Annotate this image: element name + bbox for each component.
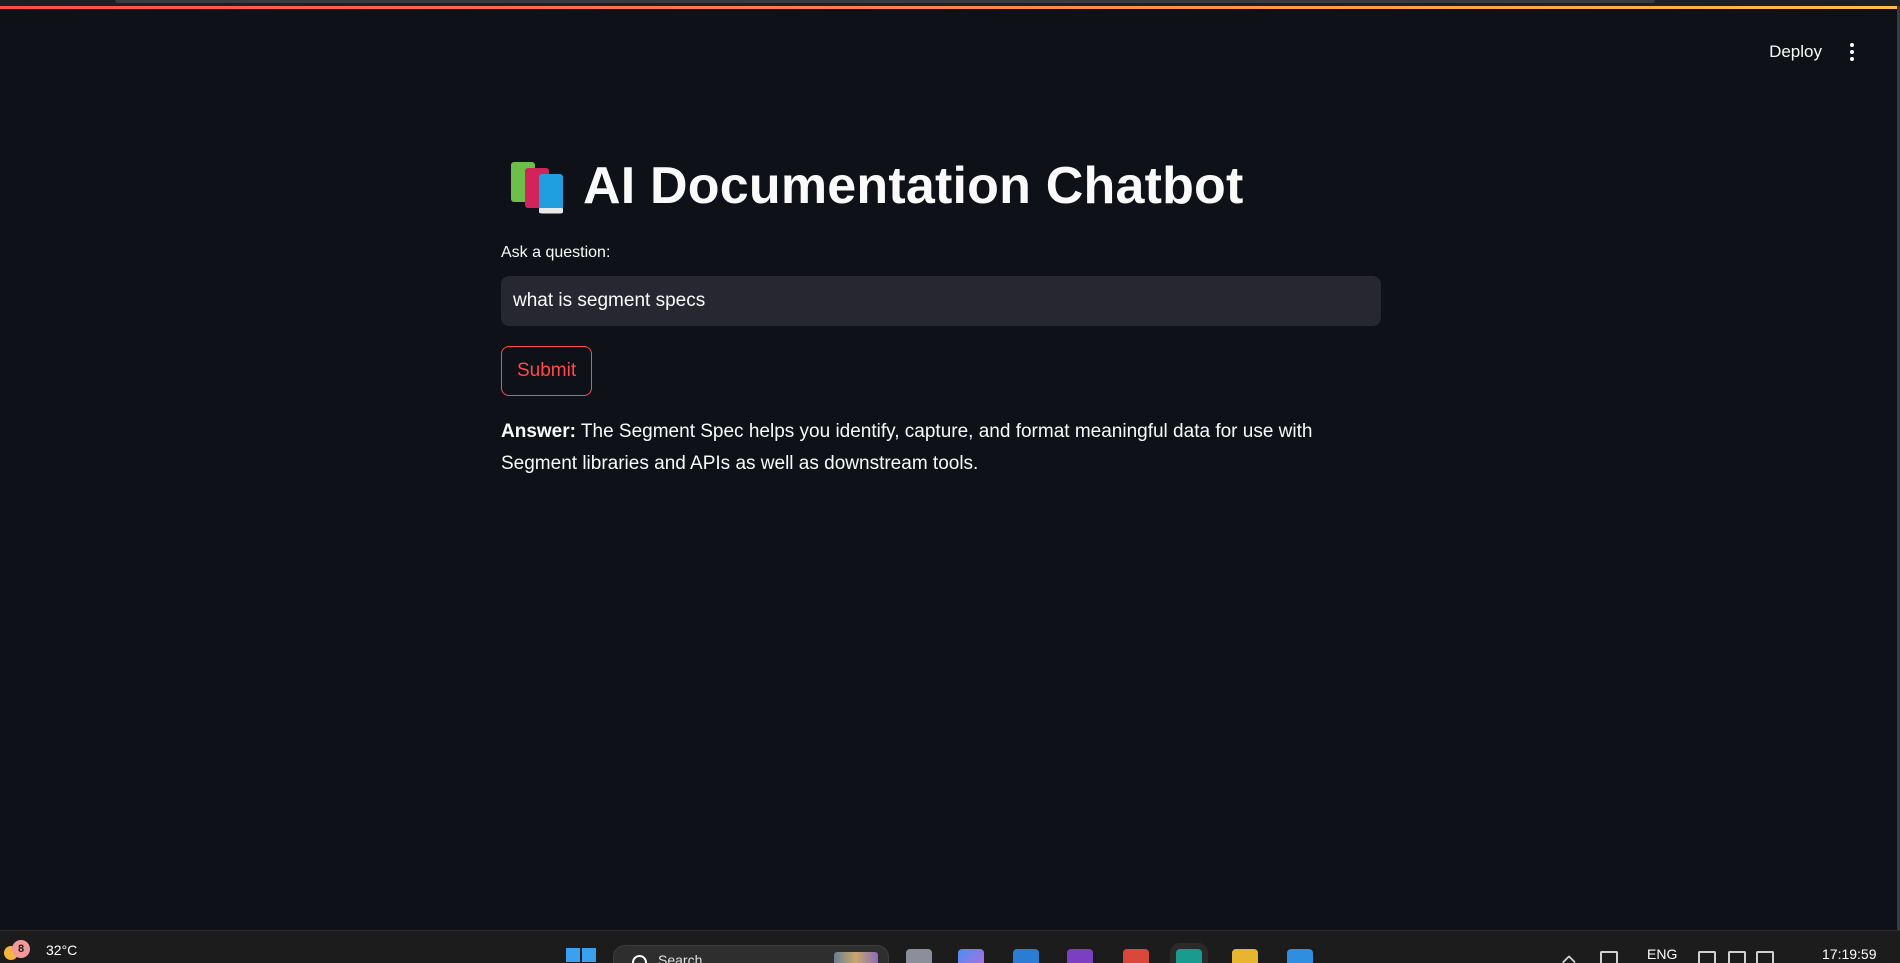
page-title-row: AI Documentation Chatbot (501, 150, 1381, 222)
store-icon[interactable] (1013, 949, 1039, 963)
edge-icon[interactable] (1176, 949, 1202, 963)
answer-body: The Segment Spec helps you identify, cap… (501, 421, 1313, 474)
kebab-menu-icon-dot (1850, 57, 1854, 61)
taskbar-search-placeholder: Search (658, 952, 703, 963)
onenote-icon[interactable] (1067, 949, 1093, 963)
chevron-up-icon[interactable] (1561, 954, 1577, 963)
horizontal-scrollbar[interactable] (115, 0, 1655, 3)
cloud-icon[interactable] (1600, 951, 1618, 963)
vscode-icon[interactable] (1287, 949, 1313, 963)
kebab-menu-icon-dot (1850, 50, 1854, 54)
main-menu-button[interactable] (1840, 39, 1864, 65)
weather-widget[interactable]: 8 32°C (4, 940, 77, 960)
weather-badge: 8 (12, 940, 30, 958)
question-label: Ask a question: (501, 244, 611, 261)
network-icon[interactable] (1698, 951, 1716, 963)
copilot-icon[interactable] (958, 949, 984, 963)
app-window: Deploy AI Documentation Chatbot Ask a qu… (0, 0, 1900, 963)
submit-button[interactable]: Submit (501, 346, 593, 396)
kebab-menu-icon (1850, 43, 1854, 47)
weather-icon: 8 (4, 940, 30, 960)
answer-text: Answer: The Segment Spec helps you ident… (501, 416, 1381, 480)
main-content: AI Documentation Chatbot Ask a question:… (501, 150, 1381, 480)
weather-temperature: 32°C (46, 942, 78, 958)
taskbar-search[interactable]: Search (613, 945, 889, 963)
page-title: AI Documentation Chatbot (583, 157, 1244, 215)
search-icon (632, 955, 647, 963)
deploy-button[interactable]: Deploy (1761, 39, 1830, 65)
answer-label: Answer: (501, 421, 576, 442)
windows-start-icon[interactable] (566, 948, 596, 963)
task-view-icon[interactable] (906, 949, 932, 963)
battery-icon[interactable] (1756, 951, 1774, 963)
app-header: Deploy (0, 9, 1900, 95)
taskbar: 8 32°C Search ENG 17:19:59 (0, 930, 1900, 963)
system-clock[interactable]: 17:19:59 (1822, 946, 1877, 962)
question-input[interactable] (501, 276, 1381, 326)
chrome-icon[interactable] (1123, 949, 1149, 963)
file-explorer-icon[interactable] (1232, 949, 1258, 963)
books-icon (509, 158, 569, 214)
volume-icon[interactable] (1728, 951, 1746, 963)
search-highlight-icon (834, 952, 878, 963)
language-indicator[interactable]: ENG (1647, 946, 1677, 962)
